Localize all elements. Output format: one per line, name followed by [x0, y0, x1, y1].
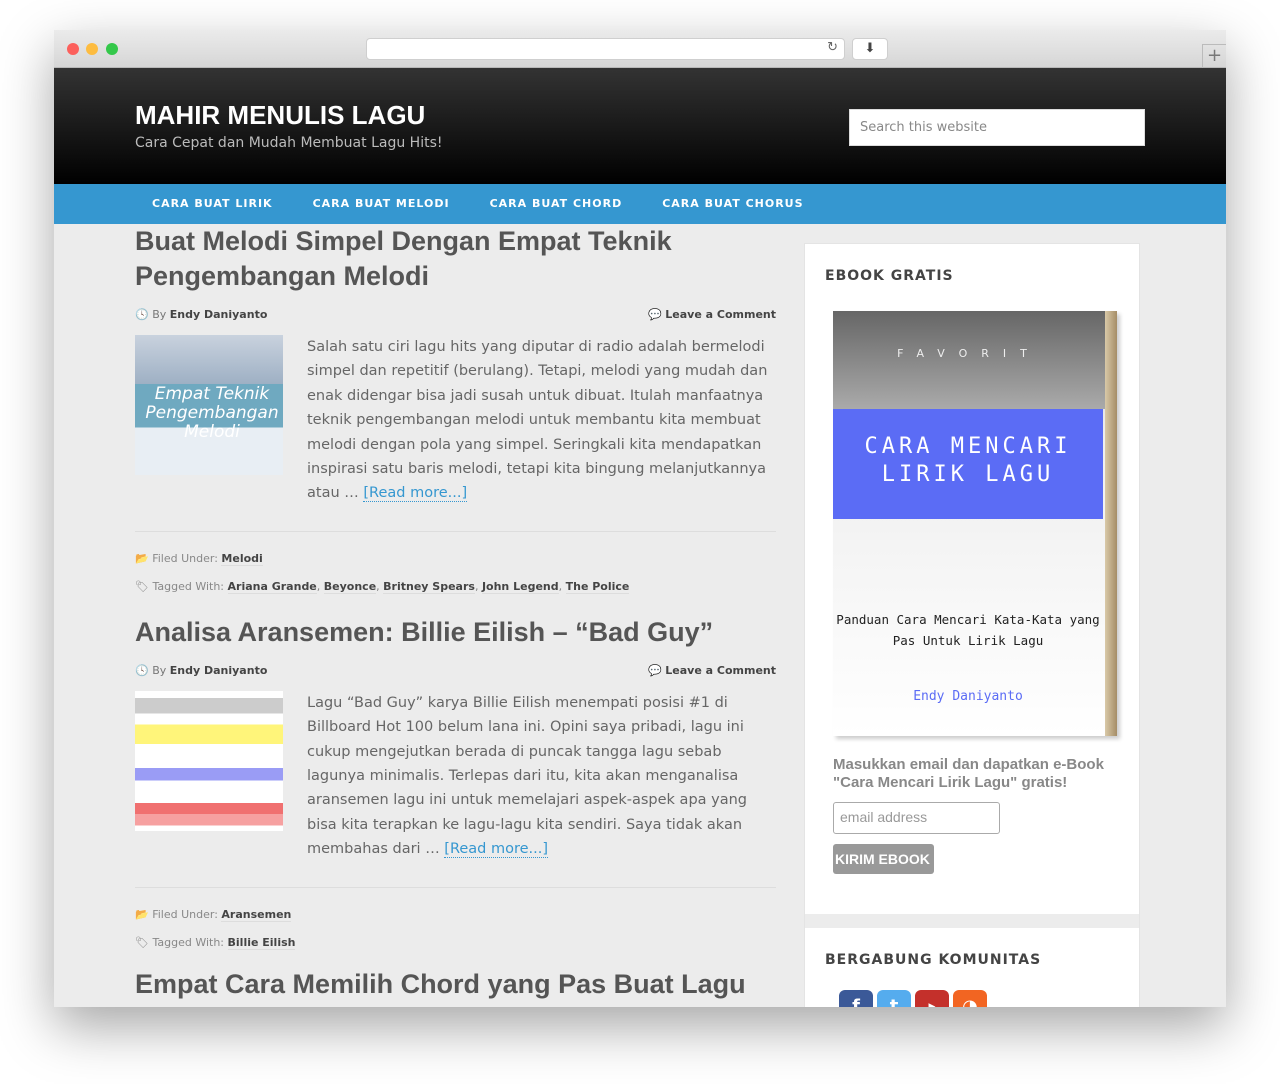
post-meta: 🕓 By Endy Daniyanto 💬 Leave a Comment — [135, 308, 776, 321]
content: Buat Melodi Simpel Dengan Empat Teknik P… — [135, 224, 776, 1002]
post-title[interactable]: Analisa Aransemen: Billie Eilish – “Bad … — [135, 615, 776, 650]
ebook-promo: Masukkan email dan dapatkan e-Book "Cara… — [833, 756, 1104, 791]
post-title[interactable]: Buat Melodi Simpel Dengan Empat Teknik P… — [135, 224, 776, 294]
sidebar: EBOOK GRATIS FAVORIT CARA MENCARI LIRIK … — [804, 243, 1140, 1007]
browser-window: ↻ ⬇ + MAHIR MENULIS LAGU Cara Cepat dan … — [54, 30, 1226, 1007]
nav-item-lirik[interactable]: CARA BUAT LIRIK — [132, 184, 293, 224]
tag-link[interactable]: Britney Spears — [383, 579, 475, 594]
widget-title: EBOOK GRATIS — [825, 268, 954, 284]
comment-icon: 💬 — [648, 663, 662, 677]
submit-ebook-button[interactable]: KIRIM EBOOK — [833, 844, 934, 874]
ebook-cover: FAVORIT CARA MENCARI LIRIK LAGU Panduan … — [833, 311, 1117, 736]
typewriter-logo: FAVORIT — [833, 311, 1105, 409]
folder-icon: 📂 — [135, 907, 149, 921]
tag-link[interactable]: The Police — [565, 579, 630, 594]
search-input[interactable]: Search this website — [849, 109, 1145, 146]
email-input[interactable]: email address — [833, 802, 1000, 834]
post-title[interactable]: Empat Cara Memilih Chord yang Pas Buat L… — [135, 967, 776, 1002]
post: Buat Melodi Simpel Dengan Empat Teknik P… — [135, 224, 776, 594]
category-link[interactable]: Melodi — [221, 551, 263, 566]
tag-link[interactable]: Beyonce — [323, 579, 377, 594]
widget-title: BERGABUNG KOMUNITAS — [825, 952, 1042, 968]
read-more-link[interactable]: [Read more...] — [444, 841, 549, 859]
browser-titlebar: ↻ ⬇ + — [54, 30, 1226, 68]
tag-icon: 🏷 — [135, 935, 149, 949]
comment-link[interactable]: Leave a Comment — [665, 664, 776, 677]
folder-icon: 📂 — [135, 551, 149, 565]
post-excerpt: Salah satu ciri lagu hits yang diputar d… — [307, 339, 768, 503]
author-link[interactable]: Endy Daniyanto — [170, 308, 268, 321]
tag-link[interactable]: Ariana Grande — [227, 579, 317, 594]
new-tab-button[interactable]: + — [1202, 44, 1226, 68]
nav-item-chord[interactable]: CARA BUAT CHORD — [470, 184, 643, 224]
nav-item-melodi[interactable]: CARA BUAT MELODI — [293, 184, 470, 224]
facebook-icon[interactable]: f — [839, 990, 873, 1007]
site-header: MAHIR MENULIS LAGU Cara Cepat dan Mudah … — [54, 68, 1226, 184]
post-meta: 🕓 By Endy Daniyanto 💬 Leave a Comment — [135, 663, 776, 677]
tag-icon: 🏷 — [135, 579, 149, 593]
address-bar[interactable]: ↻ — [366, 38, 845, 60]
clock-icon: 🕓 — [135, 663, 149, 677]
post: Analisa Aransemen: Billie Eilish – “Bad … — [135, 615, 776, 950]
clock-icon: 🕓 — [135, 308, 149, 321]
site-tagline: Cara Cepat dan Mudah Membuat Lagu Hits! — [135, 135, 443, 151]
main-nav: CARA BUAT LIRIK CARA BUAT MELODI CARA BUAT… — [54, 184, 1226, 224]
minimize-button[interactable] — [86, 43, 98, 55]
download-icon[interactable]: ⬇ — [852, 38, 888, 60]
close-button[interactable] — [67, 43, 79, 55]
author-link[interactable]: Endy Daniyanto — [170, 664, 268, 677]
category-link[interactable]: Aransemen — [221, 907, 292, 922]
site-title[interactable]: MAHIR MENULIS LAGU — [135, 100, 425, 131]
nav-item-chorus[interactable]: CARA BUAT CHORUS — [642, 184, 823, 224]
twitter-icon[interactable]: t — [877, 990, 911, 1007]
maximize-button[interactable] — [106, 43, 118, 55]
post-thumbnail[interactable]: Empat Teknik Pengembangan Melodi — [135, 335, 283, 475]
post-thumbnail[interactable] — [135, 690, 283, 831]
tag-link[interactable]: John Legend — [481, 579, 559, 594]
read-more-link[interactable]: [Read more...] — [363, 485, 468, 503]
tag-link[interactable]: Billie Eilish — [227, 935, 296, 950]
reload-icon[interactable]: ↻ — [827, 40, 838, 55]
post-excerpt: Lagu “Bad Guy” karya Billie Eilish menem… — [307, 694, 748, 859]
comment-link[interactable]: Leave a Comment — [665, 308, 776, 321]
rss-icon[interactable]: ◔ — [953, 990, 987, 1007]
youtube-icon[interactable]: ▶ — [915, 990, 949, 1007]
comment-icon: 💬 — [648, 308, 662, 321]
